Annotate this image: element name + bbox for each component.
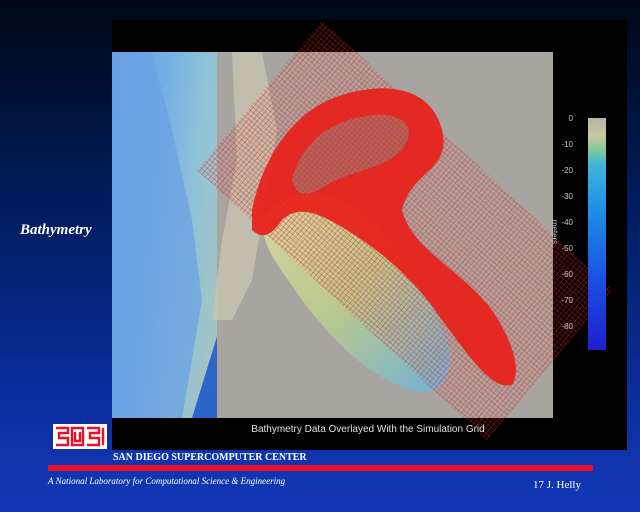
colorbar-tick-7: -70 [561,296,573,305]
colorbar-tick-2: -20 [561,166,573,175]
slide-credit: 17 J. Helly [533,479,581,491]
colorbar-tick-0: 0 [569,114,574,123]
footer-divider [48,465,593,471]
figure-caption: Bathymetry Data Overlayed With the Simul… [251,424,484,435]
bathymetry-map-svg: 0 -10 -20 -30 -40 -50 -60 -70 -80 meters… [112,20,612,440]
bathymetry-figure: 0 -10 -20 -30 -40 -50 -60 -70 -80 meters… [112,20,627,450]
sdsc-logo-icon [53,424,107,449]
colorbar-scale [588,118,606,350]
colorbar-tick-1: -10 [561,140,573,149]
org-tagline: A National Laboratory for Computational … [48,476,286,486]
slide-label: Bathymetry [20,222,92,238]
colorbar-tick-3: -30 [561,192,573,201]
colorbar-tick-5: -50 [561,244,573,253]
colorbar-unit-label: meters [550,220,559,244]
colorbar-tick-8: -80 [561,322,573,331]
colorbar-tick-6: -60 [561,270,573,279]
org-name: SAN DIEGO SUPERCOMPUTER CENTER [113,452,307,463]
colorbar-tick-4: -40 [561,218,573,227]
